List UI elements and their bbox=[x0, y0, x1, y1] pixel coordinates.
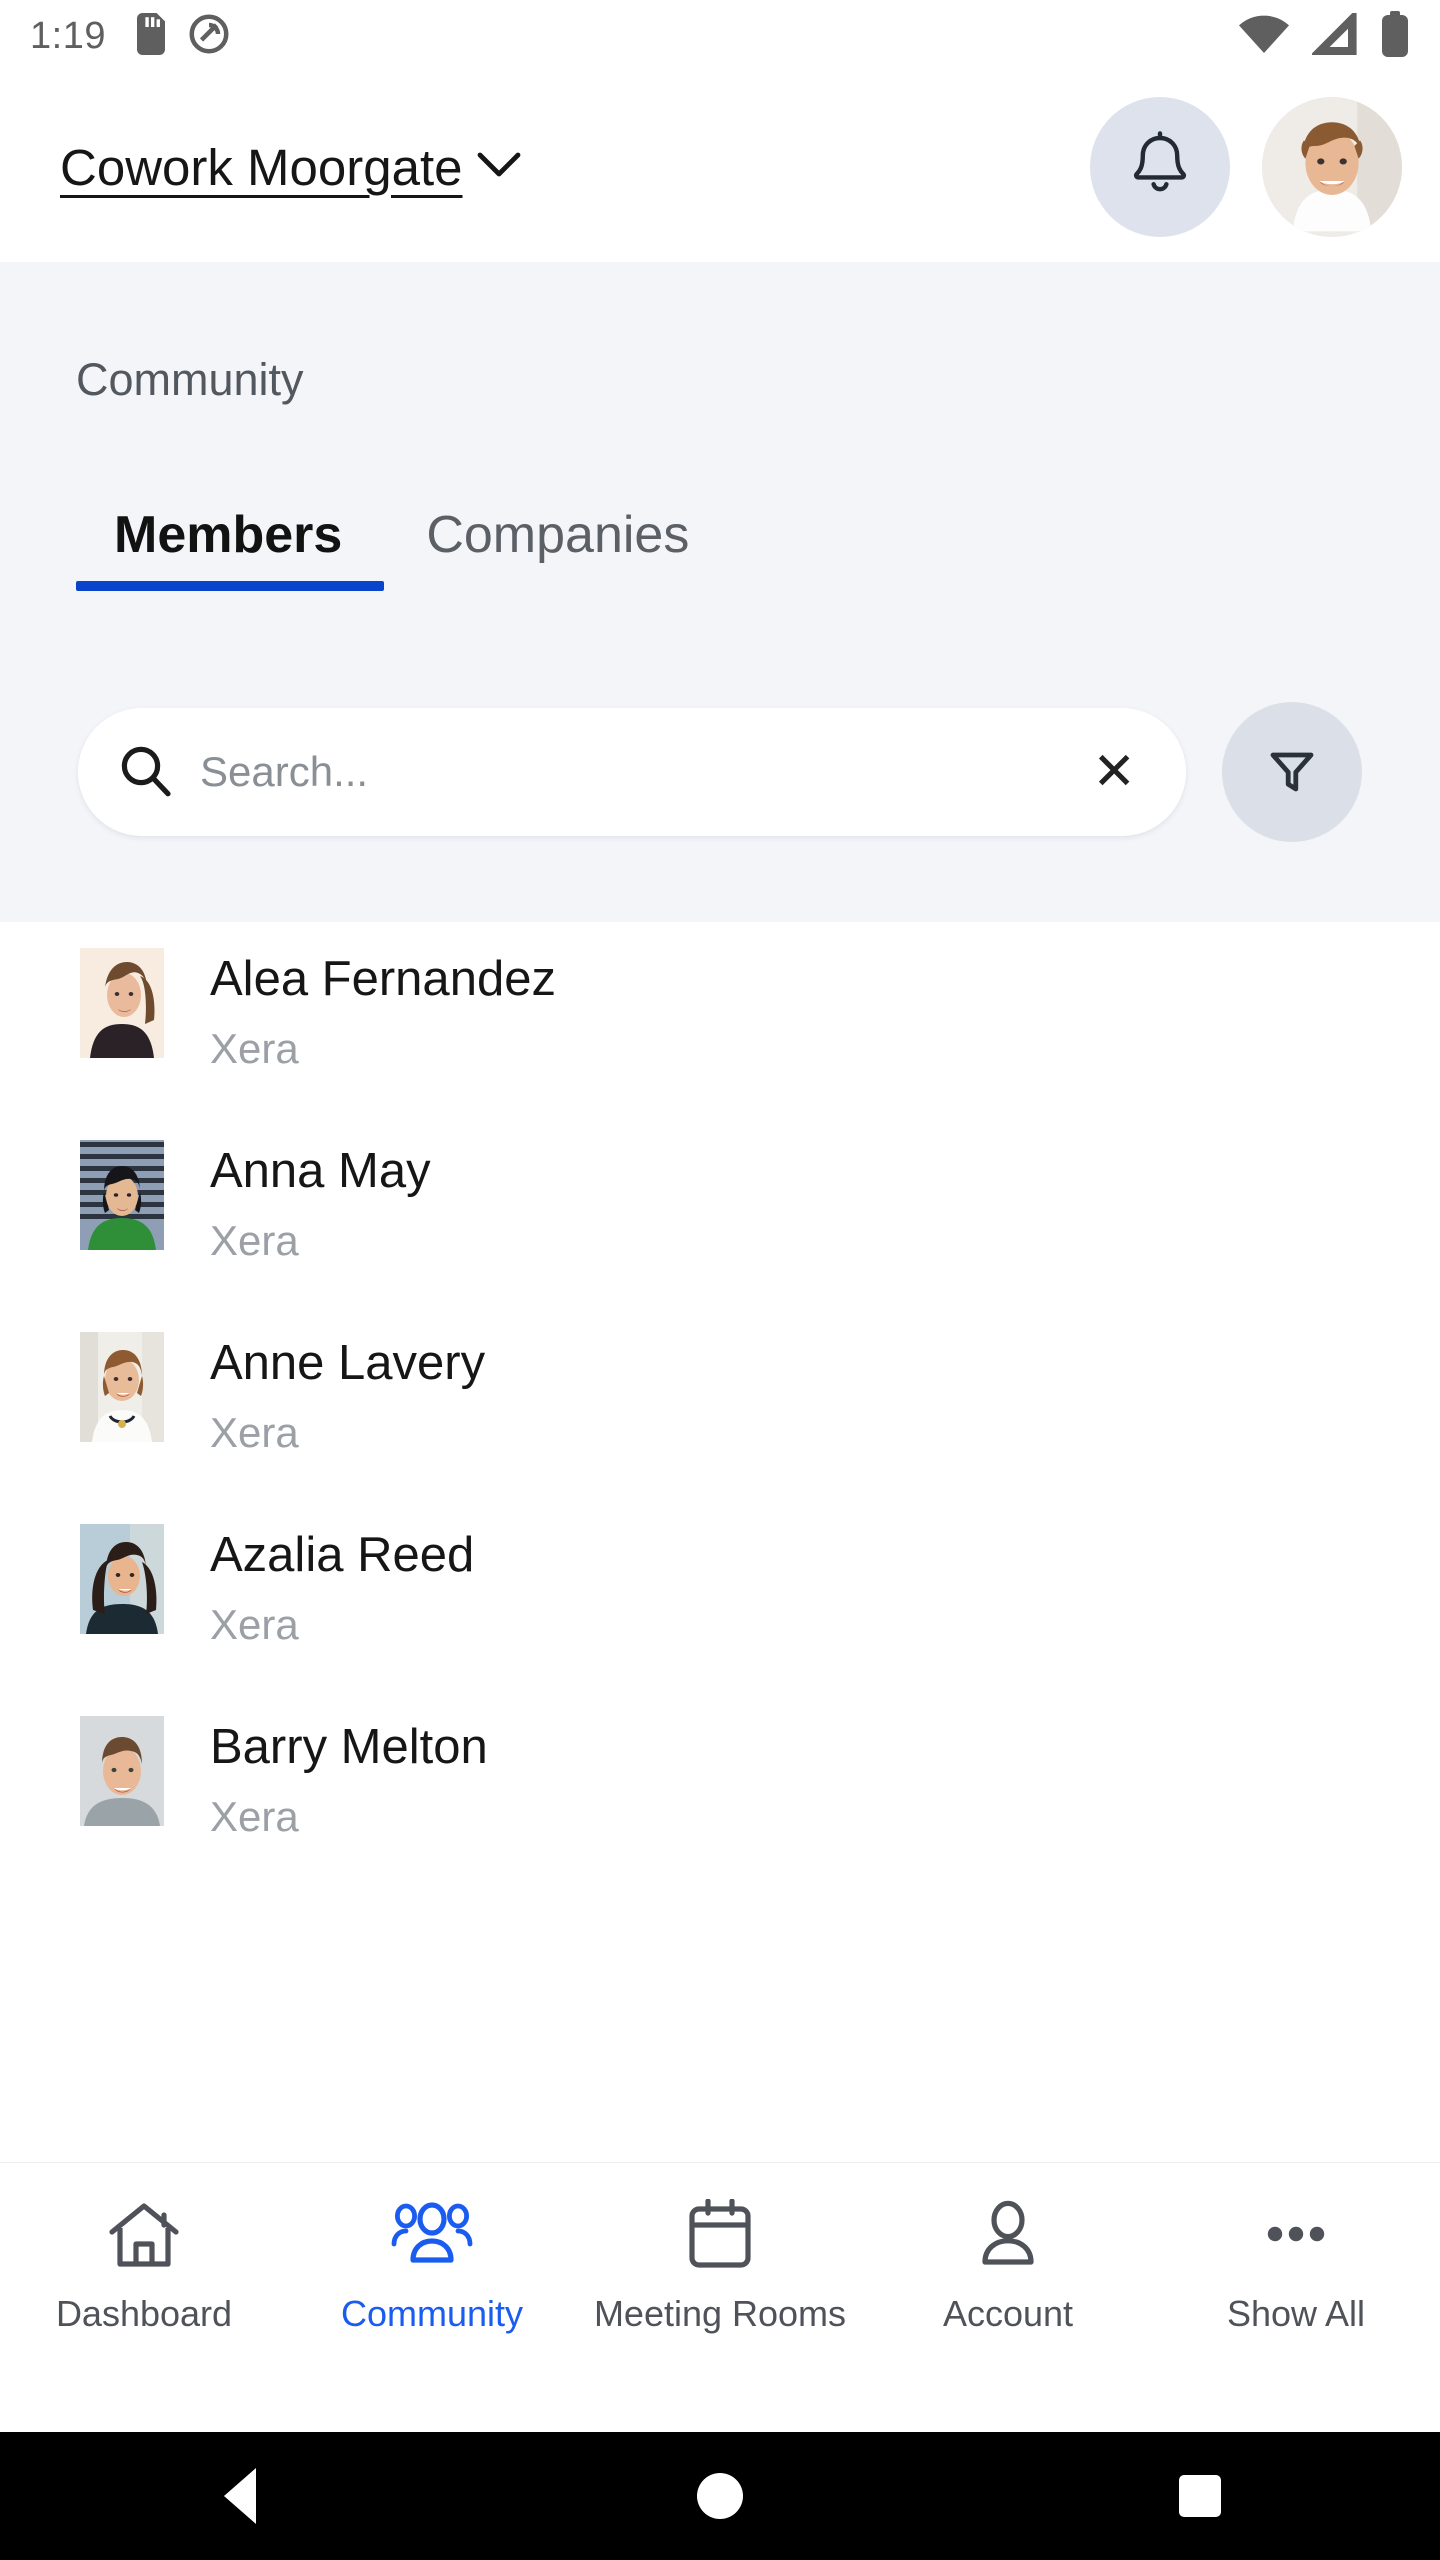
calendar-icon bbox=[686, 2193, 754, 2277]
filter-icon bbox=[1264, 742, 1320, 803]
nav-item-community[interactable]: Community bbox=[288, 2193, 576, 2335]
status-bar-left-icons bbox=[134, 12, 230, 60]
notifications-button[interactable] bbox=[1090, 97, 1230, 237]
list-item[interactable]: Barry Melton Xera bbox=[0, 1716, 1440, 1886]
venue-name: Cowork Moorgate bbox=[60, 138, 463, 196]
member-photo bbox=[80, 1140, 164, 1250]
member-company: Xera bbox=[210, 1601, 299, 1649]
android-recents-button[interactable] bbox=[960, 2475, 1440, 2517]
list-item[interactable]: Anna May Xera bbox=[0, 1140, 1440, 1310]
search-row: Search... ✕ bbox=[78, 702, 1362, 842]
nav-item-dashboard-label: Dashboard bbox=[55, 2293, 233, 2334]
nav-item-show-all[interactable]: Show All bbox=[1152, 2193, 1440, 2335]
status-bar: 1:19 bbox=[0, 0, 1440, 72]
person-icon bbox=[975, 2193, 1041, 2277]
avatar[interactable] bbox=[1262, 97, 1402, 237]
nav-item-meeting-rooms[interactable]: Meeting Rooms bbox=[576, 2193, 864, 2335]
member-info: Barry Melton Xera bbox=[210, 1716, 488, 1841]
android-home-button[interactable] bbox=[480, 2473, 960, 2519]
member-info: Alea Fernandez Xera bbox=[210, 948, 556, 1073]
nav-item-community-label: Community bbox=[340, 2293, 524, 2334]
member-photo bbox=[80, 1332, 164, 1442]
sdcard-icon bbox=[134, 12, 168, 60]
status-bar-right-icons bbox=[1238, 8, 1410, 62]
member-company: Xera bbox=[210, 1217, 299, 1265]
search-input[interactable]: Search... ✕ bbox=[78, 708, 1186, 836]
android-back-button[interactable] bbox=[0, 2468, 480, 2524]
member-name: Azalia Reed bbox=[210, 1528, 475, 1582]
recents-square-icon bbox=[1179, 2475, 1221, 2517]
tab-companies-label: Companies bbox=[426, 506, 690, 564]
member-name: Anne Lavery bbox=[210, 1336, 486, 1390]
clear-search-button[interactable]: ✕ bbox=[1086, 746, 1142, 798]
back-triangle-icon bbox=[224, 2468, 256, 2524]
tab-companies[interactable]: Companies bbox=[384, 505, 731, 591]
app-screen: 1:19 Cowork Moorgate Community Members C… bbox=[0, 0, 1440, 2560]
member-photo bbox=[80, 1524, 164, 1634]
search-placeholder: Search... bbox=[200, 748, 369, 795]
list-item[interactable]: Alea Fernandez Xera bbox=[0, 948, 1440, 1118]
android-system-nav bbox=[0, 2432, 1440, 2560]
nav-item-account-label: Account bbox=[942, 2293, 1074, 2334]
cell-signal-icon bbox=[1309, 8, 1358, 60]
community-section: Community Members Companies Search... ✕ bbox=[0, 262, 1440, 922]
member-info: Anne Lavery Xera bbox=[210, 1332, 485, 1457]
nav-item-account[interactable]: Account bbox=[864, 2193, 1152, 2335]
member-company: Xera bbox=[210, 1025, 299, 1073]
status-bar-time: 1:19 bbox=[30, 14, 106, 57]
chevron-down-icon bbox=[477, 151, 521, 184]
battery-icon bbox=[1380, 10, 1410, 62]
member-info: Anna May Xera bbox=[210, 1140, 431, 1265]
member-company: Xera bbox=[210, 1793, 299, 1841]
home-circle-icon bbox=[697, 2473, 743, 2519]
member-photo bbox=[80, 948, 164, 1058]
filter-button[interactable] bbox=[1222, 702, 1362, 842]
people-icon bbox=[391, 2193, 473, 2277]
list-item[interactable]: Azalia Reed Xera bbox=[0, 1524, 1440, 1694]
bell-icon bbox=[1128, 130, 1192, 204]
search-icon bbox=[118, 743, 172, 802]
list-item[interactable]: Anne Lavery Xera bbox=[0, 1332, 1440, 1502]
tab-bar: Members Companies bbox=[76, 505, 731, 591]
tab-members[interactable]: Members bbox=[76, 505, 385, 591]
member-company: Xera bbox=[210, 1409, 299, 1457]
venue-selector[interactable]: Cowork Moorgate bbox=[60, 138, 521, 197]
members-list[interactable]: Alea Fernandez Xera Anna May Xera Anne L… bbox=[0, 922, 1440, 2102]
nav-item-show-all-label: Show All bbox=[1226, 2293, 1366, 2334]
ellipsis-icon bbox=[1259, 2193, 1333, 2277]
member-photo bbox=[80, 1716, 164, 1826]
bottom-navigation: Dashboard Community Meeting Rooms Accoun… bbox=[0, 2162, 1440, 2432]
member-name: Barry Melton bbox=[210, 1720, 488, 1774]
member-name: Anna May bbox=[210, 1144, 431, 1198]
tab-members-label: Members bbox=[114, 506, 343, 564]
member-info: Azalia Reed Xera bbox=[210, 1524, 474, 1649]
member-name: Alea Fernandez bbox=[210, 952, 556, 1006]
page-title: Community bbox=[76, 354, 304, 405]
nav-item-dashboard[interactable]: Dashboard bbox=[0, 2193, 288, 2335]
app-bar: Cowork Moorgate bbox=[0, 72, 1440, 262]
home-icon bbox=[106, 2193, 182, 2277]
wifi-icon bbox=[1238, 13, 1290, 60]
nav-item-meeting-rooms-label: Meeting Rooms bbox=[593, 2293, 847, 2334]
sync-disabled-icon bbox=[188, 13, 230, 60]
